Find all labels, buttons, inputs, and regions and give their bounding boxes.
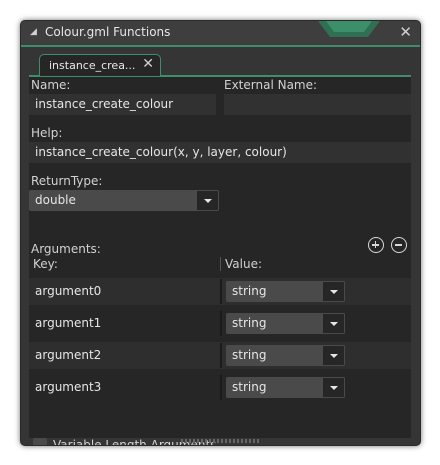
argument-type-value: string: [232, 380, 267, 394]
argument-key: argument2: [35, 348, 102, 362]
argument-row[interactable]: argument1 string: [29, 310, 411, 337]
tab-instance-create-colour[interactable]: instance_crea... ✕: [39, 54, 161, 76]
chevron-down-icon[interactable]: [322, 281, 345, 302]
header-divider: [220, 257, 221, 271]
argument-type-dropdown[interactable]: string: [226, 281, 345, 302]
resize-grip[interactable]: [181, 439, 259, 443]
editor-content: instance_crea... ✕ Name: External Name: …: [29, 51, 411, 445]
argument-row[interactable]: argument0 string: [29, 278, 411, 305]
key-header: Key:: [33, 257, 58, 271]
help-label: Help:: [31, 126, 63, 140]
value-header: Value:: [225, 257, 262, 271]
remove-argument-icon[interactable]: [391, 237, 407, 253]
column-divider: [220, 279, 222, 304]
argument-key: argument1: [35, 316, 102, 330]
column-divider: [220, 311, 222, 336]
argument-type-value: string: [232, 316, 267, 330]
column-divider: [220, 343, 222, 368]
argument-type-dropdown[interactable]: string: [226, 313, 345, 334]
return-type-value: double: [35, 193, 76, 207]
argument-key: argument0: [35, 284, 102, 298]
name-field[interactable]: instance_create_colour: [29, 94, 216, 115]
arguments-label: Arguments:: [31, 242, 101, 256]
argument-type-dropdown[interactable]: string: [226, 345, 345, 366]
functions-window: ◢ Colour.gml Functions ✕ instance_crea..…: [20, 20, 421, 446]
column-divider: [220, 375, 222, 400]
chevron-down-icon[interactable]: [196, 190, 219, 211]
return-type-dropdown[interactable]: double: [29, 190, 219, 211]
tab-label: instance_crea...: [49, 59, 136, 72]
window-title: Colour.gml Functions: [45, 25, 171, 39]
help-field[interactable]: instance_create_colour(x, y, layer, colo…: [29, 142, 411, 163]
window-close-icon[interactable]: ✕: [399, 23, 412, 41]
tab-strip: instance_crea... ✕: [29, 51, 411, 77]
title-bar[interactable]: ◢ Colour.gml Functions ✕: [21, 21, 420, 47]
argument-key: argument3: [35, 380, 102, 394]
argument-type-value: string: [232, 284, 267, 298]
title-accent-decoration: [318, 21, 380, 37]
collapse-arrow-icon[interactable]: ◢: [30, 27, 37, 37]
tab-close-icon[interactable]: ✕: [142, 56, 154, 72]
external-name-field[interactable]: [224, 94, 411, 115]
argument-row[interactable]: argument3 string: [29, 374, 411, 401]
chevron-down-icon[interactable]: [322, 377, 345, 398]
argument-type-value: string: [232, 348, 267, 362]
argument-type-dropdown[interactable]: string: [226, 377, 345, 398]
variable-length-checkbox[interactable]: [33, 438, 47, 445]
chevron-down-icon[interactable]: [322, 313, 345, 334]
argument-row[interactable]: argument2 string: [29, 342, 411, 369]
chevron-down-icon[interactable]: [322, 345, 345, 366]
external-name-label: External Name:: [224, 78, 318, 92]
name-label: Name:: [31, 78, 71, 92]
add-argument-icon[interactable]: [368, 237, 384, 253]
return-type-label: ReturnType:: [31, 174, 103, 188]
